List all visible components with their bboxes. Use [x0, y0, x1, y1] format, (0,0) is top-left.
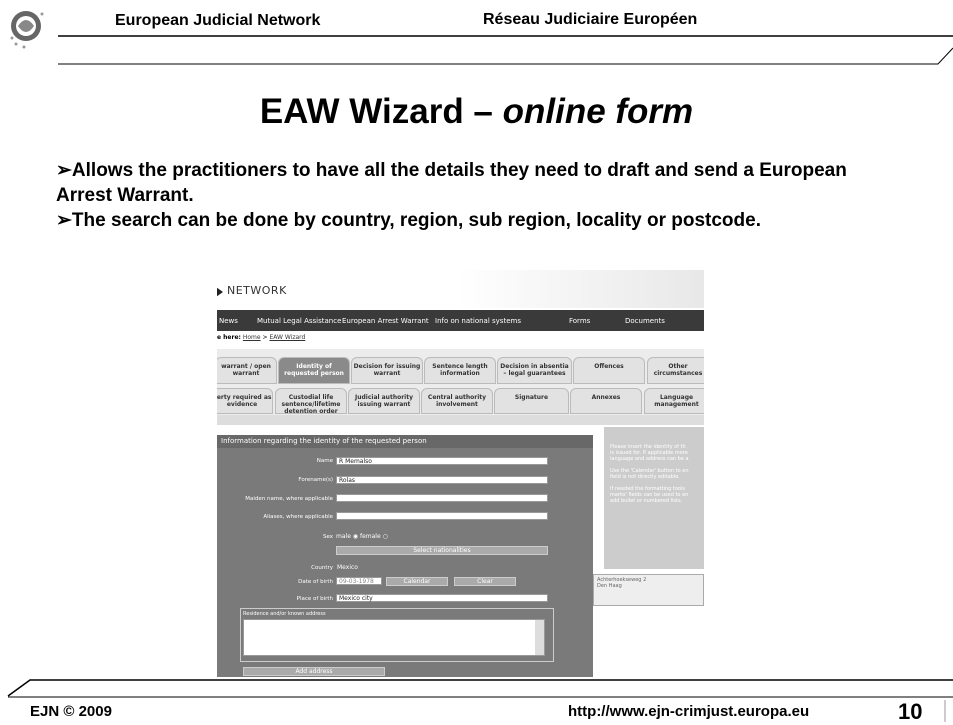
tab-absentia[interactable]: Decision in absentia – legal guarantees: [497, 357, 572, 384]
tab-property[interactable]: perty required as evidence: [217, 388, 273, 414]
tab-central[interactable]: Central authority involvement: [421, 388, 493, 414]
pob-field[interactable]: Mexico city: [336, 594, 548, 602]
pob-label: Place of birth: [296, 596, 333, 602]
tab-decision[interactable]: Decision for issuing warrant: [351, 357, 423, 384]
country-label: Country: [311, 565, 333, 571]
network-logo: NETWORK: [227, 284, 287, 297]
bullet-2: ➢The search can be done by country, regi…: [56, 210, 761, 231]
address-text: Achterhoekseweg 2 Den Haag: [597, 577, 647, 589]
clear-button[interactable]: Clear: [454, 577, 516, 586]
tab-annexes[interactable]: Annexes: [570, 388, 642, 414]
menu-documents[interactable]: Documents: [625, 317, 665, 325]
female-radio[interactable]: ○: [383, 533, 388, 540]
menu-news[interactable]: News: [219, 317, 238, 325]
separator-band: [217, 415, 704, 425]
page-number: 10: [898, 699, 923, 724]
tab-signature[interactable]: Signature: [494, 388, 569, 414]
ejn-logo-icon: [10, 11, 44, 49]
breadcrumb-home[interactable]: Home: [243, 334, 261, 341]
name-label: Name: [316, 458, 333, 464]
footer-copyright: EJN © 2009: [30, 703, 112, 720]
menu-info[interactable]: Info on national systems: [435, 317, 521, 325]
breadcrumb: e here: Home > EAW Wizard: [217, 334, 306, 341]
header-right: Réseau Judiciaire Européen: [483, 11, 698, 28]
network-logo-icon: [217, 285, 223, 299]
tab-sentence[interactable]: Sentence length information: [424, 357, 496, 384]
tab-other[interactable]: Other circumstances: [647, 357, 704, 384]
dob-label: Date of birth: [298, 579, 333, 585]
breadcrumb-page[interactable]: EAW Wizard: [269, 334, 305, 341]
calendar-button[interactable]: Calendar: [386, 577, 448, 586]
dob-field[interactable]: 09-03-1978: [336, 577, 382, 585]
menu-forms[interactable]: Forms: [569, 317, 590, 325]
country-value: Mexico: [337, 564, 358, 571]
menu-eaw[interactable]: European Arrest Warrant: [342, 317, 429, 325]
aliases-label: Aliases, where applicable: [263, 514, 333, 520]
form-title: Information regarding the identity of th…: [217, 435, 593, 448]
tab-judicial[interactable]: Judicial authority issuing warrant: [348, 388, 420, 414]
sex-label: Sex: [322, 534, 333, 540]
tab-identity[interactable]: Identity of requested person: [278, 357, 350, 384]
name-field[interactable]: R Memalso: [336, 457, 548, 465]
residence-label: Residence and/or known address: [243, 611, 326, 617]
forename-label: Forename(s): [298, 477, 333, 483]
help-text: Please insert the identity of th is issue…: [610, 444, 689, 504]
top-gradient: [457, 270, 704, 308]
forename-field[interactable]: Rolas: [336, 476, 548, 484]
maiden-label: Maiden name, where applicable: [245, 496, 333, 502]
tab-language[interactable]: Language management: [644, 388, 704, 414]
slide-title-italic: online form: [502, 92, 694, 131]
aliases-field[interactable]: [336, 512, 548, 520]
header-left: European Judicial Network: [115, 12, 321, 29]
embedded-screenshot: NETWORK News Mutual Legal Assistance Eur…: [217, 270, 704, 677]
bullet-1: ➢Allows the practitioners to have all th…: [56, 160, 847, 206]
tab-offences[interactable]: Offences: [573, 357, 645, 384]
tab-warrant[interactable]: warrant / open warrant: [217, 357, 277, 384]
slide-title: EAW Wizard – online form: [259, 92, 694, 131]
tab-custodial[interactable]: Custodial life sentence/lifetime detenti…: [275, 388, 347, 415]
sex-options: male ◉ female ○: [336, 533, 388, 540]
add-address-button[interactable]: Add address: [243, 667, 385, 676]
select-nationalities-button[interactable]: Select nationalities: [336, 546, 548, 555]
residence-textarea[interactable]: [243, 619, 545, 656]
menu-mla[interactable]: Mutual Legal Assistance: [257, 317, 341, 325]
maiden-field[interactable]: [336, 494, 548, 502]
footer-url[interactable]: http://www.ejn-crimjust.europa.eu: [568, 703, 809, 720]
textarea-scrollbar[interactable]: [535, 620, 544, 655]
male-radio[interactable]: ◉: [353, 533, 358, 540]
